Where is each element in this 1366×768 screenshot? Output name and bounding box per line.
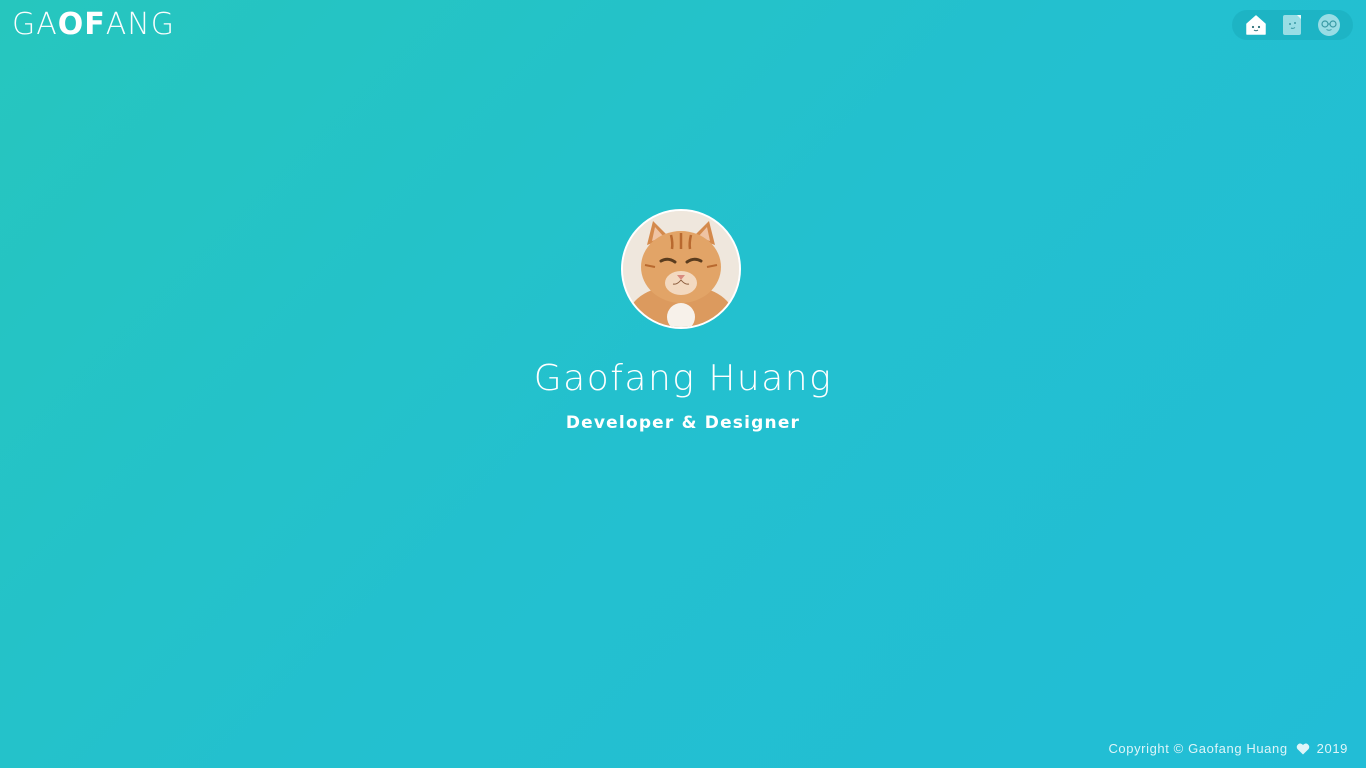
logo-part-3: ANG [105, 7, 175, 42]
profile-name: Gaofang Huang [533, 358, 833, 399]
logo-part-1: GA [12, 7, 58, 42]
copyright-text: Copyright © Gaofang Huang [1108, 741, 1288, 756]
site-logo[interactable]: GAOFANG [12, 8, 175, 42]
heart-icon [1296, 743, 1310, 755]
nav-about-button[interactable] [1316, 12, 1342, 38]
logo-part-2: OF [57, 7, 106, 42]
nav-home-button[interactable] [1243, 12, 1269, 38]
home-face-icon [1246, 15, 1266, 35]
cat-avatar [623, 211, 739, 327]
top-nav [1232, 10, 1353, 40]
notebook-icon [1283, 15, 1302, 35]
profile-avatar [621, 209, 741, 329]
profile-role: Developer & Designer [565, 413, 801, 433]
copyright-year: 2019 [1316, 741, 1348, 756]
footer: Copyright © Gaofang Huang 2019 [1108, 741, 1348, 756]
nav-notebook-button[interactable] [1279, 12, 1305, 38]
glasses-face-icon [1317, 14, 1340, 36]
